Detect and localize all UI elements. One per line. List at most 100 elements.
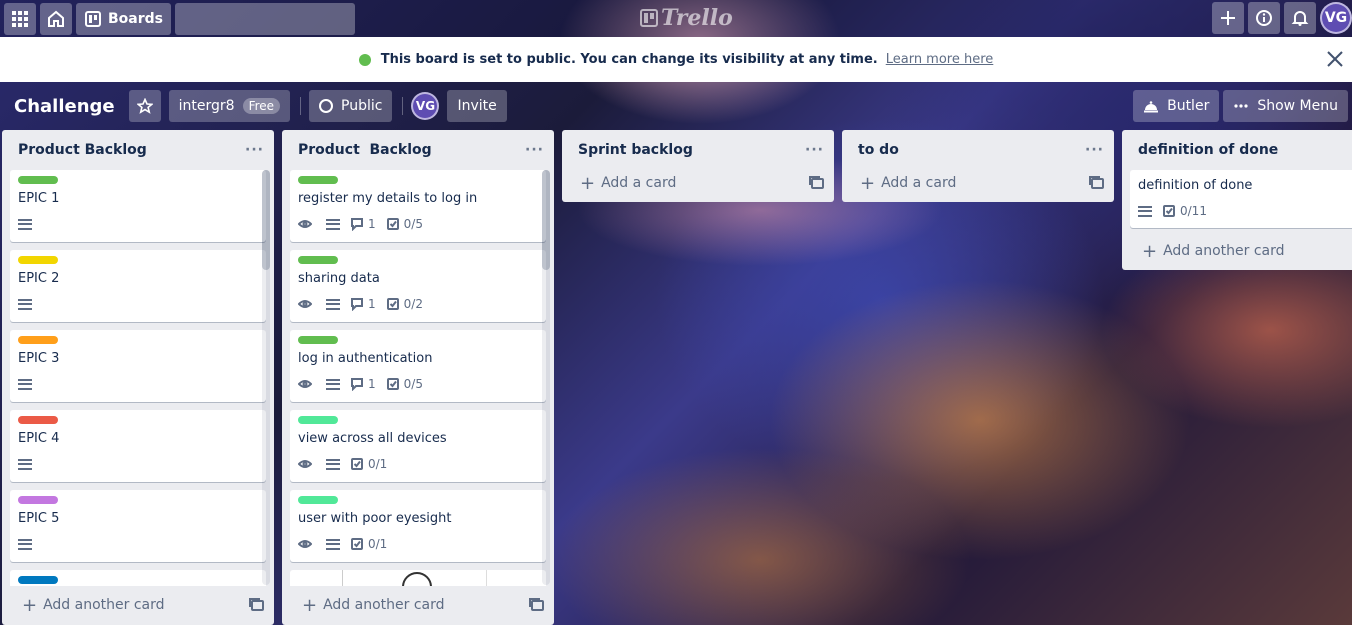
list-menu-icon[interactable]: ··· xyxy=(525,142,544,158)
card[interactable]: EPIC 5 xyxy=(10,490,266,562)
scrollbar-thumb[interactable] xyxy=(262,170,270,270)
home-button[interactable] xyxy=(40,2,72,35)
card-label[interactable] xyxy=(18,256,58,264)
list-header[interactable]: definition of done xyxy=(1122,130,1352,170)
plus-icon: + xyxy=(580,172,596,194)
card-badges: 0/1 xyxy=(298,534,538,554)
list-header[interactable]: Product Backlog ··· xyxy=(2,130,274,170)
card-label[interactable] xyxy=(298,256,338,264)
card-label[interactable] xyxy=(298,416,338,424)
card-badges xyxy=(18,214,258,234)
eye-icon xyxy=(298,220,312,228)
info-icon xyxy=(1256,10,1272,26)
list-title[interactable]: Product Backlog xyxy=(18,142,147,158)
watching-badge xyxy=(298,377,316,391)
star-board-button[interactable] xyxy=(128,90,161,122)
card[interactable]: sharing data 1 0/2 xyxy=(290,250,546,322)
trello-logo-text: Trello xyxy=(661,5,733,31)
card-label[interactable] xyxy=(18,176,58,184)
list-header[interactable]: Product Backlog ··· xyxy=(282,130,554,170)
list-menu-icon[interactable]: ··· xyxy=(1085,142,1104,158)
board-title[interactable]: Challenge xyxy=(14,96,115,117)
add-card-button[interactable]: + Add another card xyxy=(1142,241,1285,262)
add-card-button[interactable]: + Add a card xyxy=(580,173,676,194)
list-title[interactable]: to do xyxy=(858,142,899,158)
card[interactable]: EPIC 2 xyxy=(10,250,266,322)
checklist-count: 0/1 xyxy=(368,457,388,471)
search-input[interactable] xyxy=(168,11,347,26)
butler-icon xyxy=(1144,101,1159,113)
comment-count: 1 xyxy=(368,217,376,231)
card-label[interactable] xyxy=(18,416,58,424)
plus-icon: + xyxy=(302,594,318,616)
card-cover-image[interactable] xyxy=(290,570,546,586)
card-template-icon[interactable] xyxy=(1089,175,1104,189)
create-button[interactable] xyxy=(1212,2,1244,34)
plus-icon: + xyxy=(1142,240,1158,262)
card-template-icon[interactable] xyxy=(529,597,544,611)
checklist-icon xyxy=(386,378,399,390)
card-badges xyxy=(18,454,258,474)
list-scrollbar[interactable] xyxy=(542,170,550,585)
notifications-button[interactable] xyxy=(1284,2,1316,34)
card-label[interactable] xyxy=(298,336,338,344)
add-card-button[interactable]: + Add another card xyxy=(22,595,165,616)
notice-message: This board is set to public. You can cha… xyxy=(380,52,878,67)
card[interactable]: register my details to log in 1 0/5 xyxy=(290,170,546,242)
card-template-icon[interactable] xyxy=(249,597,264,611)
visibility-button[interactable]: Public xyxy=(309,90,393,122)
header-divider xyxy=(300,97,302,115)
add-card-footer: + Add a card xyxy=(562,164,834,202)
card[interactable]: user with poor eyesight 0/1 xyxy=(290,490,546,562)
show-menu-button[interactable]: Show Menu xyxy=(1223,90,1348,122)
comments-badge: 1 xyxy=(350,377,376,391)
close-notice-button[interactable] xyxy=(1324,48,1346,70)
list-title[interactable]: Product Backlog xyxy=(298,142,432,158)
card-label[interactable] xyxy=(298,496,338,504)
description-icon xyxy=(18,298,32,310)
description-icon xyxy=(326,458,340,470)
list-scrollbar[interactable] xyxy=(262,170,270,585)
board-header: Challenge intergr8 Free Public VG Invite… xyxy=(0,82,1352,130)
list-title[interactable]: definition of done xyxy=(1138,142,1278,158)
card-template-icon[interactable] xyxy=(809,175,824,189)
info-button[interactable] xyxy=(1248,2,1280,34)
add-card-button[interactable]: + Add another card xyxy=(302,595,445,616)
plus-icon xyxy=(1221,11,1235,25)
invite-button[interactable]: Invite xyxy=(447,90,507,122)
list-product-backlog: Product Backlog ··· EPIC 1 EPIC 2 EPIC 3… xyxy=(2,130,274,625)
card[interactable]: log in authentication 1 0/5 xyxy=(290,330,546,402)
butler-button[interactable]: Butler xyxy=(1133,90,1220,122)
user-avatar[interactable]: VG xyxy=(1320,2,1352,34)
card[interactable]: EPIC 4 xyxy=(10,410,266,482)
card-container: definition of done 0/11 xyxy=(1122,170,1352,228)
checklist-icon xyxy=(386,218,399,230)
team-button[interactable]: intergr8 Free xyxy=(168,90,291,122)
card[interactable] xyxy=(10,570,266,586)
member-avatar[interactable]: VG xyxy=(411,92,440,120)
list-menu-icon[interactable]: ··· xyxy=(805,142,824,158)
scrollbar-thumb[interactable] xyxy=(542,170,550,270)
card-title: EPIC 3 xyxy=(18,351,60,366)
list-title[interactable]: Sprint backlog xyxy=(578,142,693,158)
trello-logo-icon xyxy=(640,9,658,27)
card[interactable]: definition of done 0/11 xyxy=(1130,170,1352,228)
apps-menu-button[interactable] xyxy=(4,2,36,35)
list-menu-icon[interactable]: ··· xyxy=(245,142,264,158)
search-bar[interactable] xyxy=(168,2,355,35)
card[interactable]: view across all devices 0/1 xyxy=(290,410,546,482)
card-label[interactable] xyxy=(298,176,338,184)
checklist-count: 0/5 xyxy=(403,217,423,231)
boards-button[interactable]: Boards xyxy=(76,2,171,35)
card[interactable]: EPIC 3 xyxy=(10,330,266,402)
trello-logo[interactable]: Trello xyxy=(640,5,733,31)
card-label[interactable] xyxy=(18,576,58,584)
card-label[interactable] xyxy=(18,496,58,504)
card-label[interactable] xyxy=(18,336,58,344)
card-title: log in authentication xyxy=(298,351,433,366)
grid-icon xyxy=(12,10,28,27)
learn-more-link[interactable]: Learn more here xyxy=(886,52,994,67)
add-card-button[interactable]: + Add a card xyxy=(860,173,956,194)
card[interactable]: EPIC 1 xyxy=(10,170,266,242)
star-icon xyxy=(136,98,153,114)
